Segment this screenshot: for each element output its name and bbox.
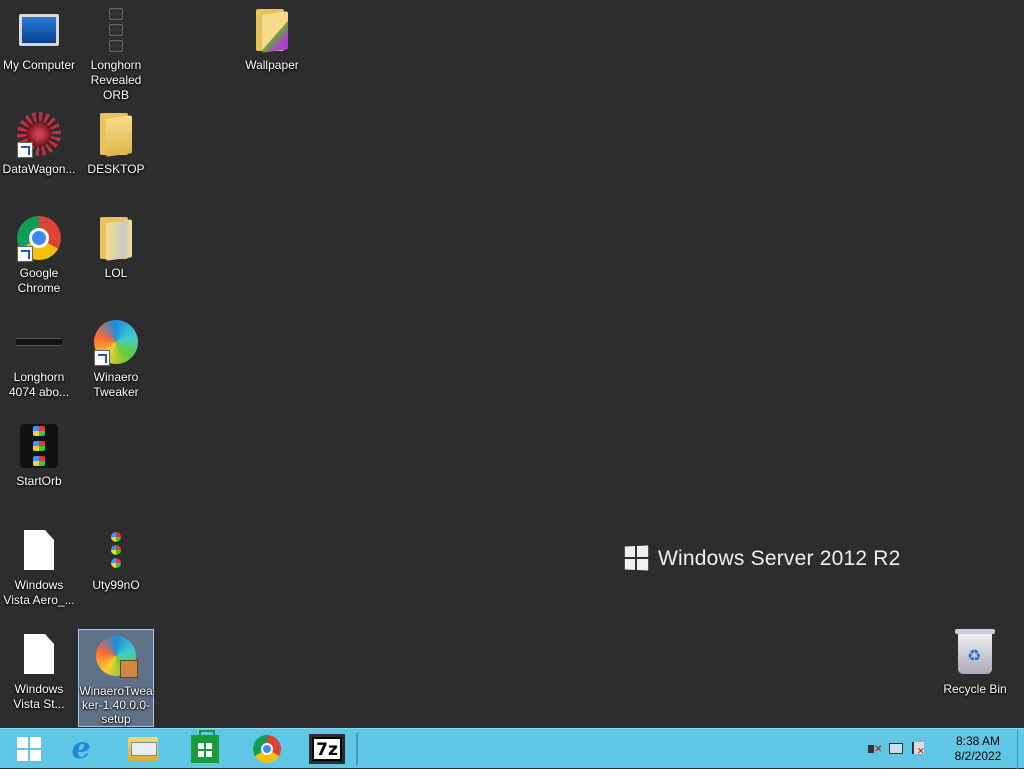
desktop-icon-winaero-tweaker[interactable]: Winaero Tweaker <box>78 316 154 400</box>
desktop-icon-label: StartOrb <box>16 474 62 488</box>
desktop-icon-desktop-folder[interactable]: DESKTOP <box>78 108 154 177</box>
shortcut-arrow-icon <box>17 142 33 158</box>
desktop-icon-label: Windows Vista St... <box>13 682 65 711</box>
taskbar-store[interactable] <box>176 729 234 769</box>
system-tray: 8:38 AM 8/2/2022 <box>863 729 1024 769</box>
datawagon-icon <box>15 110 63 158</box>
windows-logo-icon <box>624 545 650 572</box>
desktop-icon-label: DESKTOP <box>87 162 145 176</box>
desktop-icon-label: Wallpaper <box>245 58 299 72</box>
document-icon <box>15 630 63 678</box>
orb-icon <box>92 526 140 574</box>
desktop-icon-datawagon[interactable]: DataWagon... <box>1 108 77 177</box>
desktop-icon-label: Winaero Tweaker <box>93 370 139 399</box>
clock-time: 8:38 AM <box>955 734 1001 748</box>
file-explorer-icon <box>128 737 158 761</box>
desktop-icon-windows-vista-aero[interactable]: Windows Vista Aero_... <box>1 524 77 608</box>
taskbar-clock[interactable]: 8:38 AM 8/2/2022 <box>943 734 1013 764</box>
orb-icon <box>92 6 140 54</box>
document-icon <box>15 526 63 574</box>
desktop-icon-label: My Computer <box>2 58 76 72</box>
recycle-bin-icon: ♻ <box>951 629 999 678</box>
computer-icon <box>15 6 63 54</box>
start-icon <box>17 737 41 761</box>
taskbar-internet-explorer[interactable]: e <box>52 729 110 769</box>
winaero-icon <box>92 318 140 366</box>
os-watermark-text: Windows Server 2012 R2 <box>658 547 901 570</box>
taskbar: e 7z 8:38 AM 8/2/2022 <box>0 728 1024 769</box>
installer-icon <box>92 632 140 680</box>
desktop-icon-lol-folder[interactable]: LOL <box>78 212 154 281</box>
shortcut-arrow-icon <box>17 246 33 262</box>
chrome-icon <box>253 735 281 763</box>
internet-explorer-icon: e <box>71 731 91 766</box>
desktop-icon-label: DataWagon... <box>2 162 76 176</box>
desktop-icon-recycle-bin[interactable]: ♻ Recycle Bin <box>937 628 1013 697</box>
desktop-icon-label: Longhorn Revealed ORB <box>90 58 142 102</box>
orb-icon <box>15 422 63 470</box>
desktop-icon-label: LOL <box>104 266 128 280</box>
shortcut-arrow-icon <box>94 350 110 366</box>
desktop-icon-longhorn-4074[interactable]: Longhorn 4074 abo... <box>1 316 77 400</box>
os-watermark: Windows Server 2012 R2 <box>624 545 901 572</box>
image-icon <box>15 318 63 366</box>
folder-icon <box>92 110 140 158</box>
taskbar-7zip[interactable]: 7z <box>298 729 356 769</box>
desktop-icon-winaero-setup[interactable]: WinaeroTweaker-1.40.0.0-setup <box>78 629 154 727</box>
desktop-icon-startorb[interactable]: StartOrb <box>1 420 77 489</box>
taskbar-separator <box>356 733 358 765</box>
taskbar-file-explorer[interactable] <box>114 729 172 769</box>
desktop-icon-label: WinaeroTweaker-1.40.0.0-setup <box>79 684 153 726</box>
7zip-label: 7z <box>312 737 342 761</box>
start-button[interactable] <box>0 729 58 769</box>
desktop-icon-label: Google Chrome <box>17 266 61 295</box>
desktop-icon-label: Uty99nO <box>92 578 140 592</box>
desktop-icon-longhorn-revealed-orb[interactable]: Longhorn Revealed ORB <box>78 4 154 103</box>
desktop-icon-label: Longhorn 4074 abo... <box>8 370 70 399</box>
desktop-icon-wallpaper[interactable]: Wallpaper <box>234 4 310 73</box>
store-icon <box>191 730 219 763</box>
show-desktop-button[interactable] <box>1017 729 1024 769</box>
network-icon[interactable] <box>888 741 904 757</box>
folder-icon <box>92 214 140 262</box>
chrome-icon <box>15 214 63 262</box>
desktop: My Computer Longhorn Revealed ORB Wallpa… <box>0 0 1024 728</box>
taskbar-google-chrome[interactable] <box>238 729 296 769</box>
folder-icon <box>248 6 296 54</box>
volume-muted-icon[interactable] <box>866 741 882 757</box>
desktop-icon-windows-vista-st[interactable]: Windows Vista St... <box>1 628 77 712</box>
action-center-flag-icon[interactable] <box>910 741 926 757</box>
desktop-icon-uty99no[interactable]: Uty99nO <box>78 524 154 593</box>
desktop-icon-google-chrome[interactable]: Google Chrome <box>1 212 77 296</box>
desktop-icon-label: Recycle Bin <box>943 682 1007 696</box>
clock-date: 8/2/2022 <box>954 749 1002 763</box>
desktop-icon-my-computer[interactable]: My Computer <box>1 4 77 73</box>
desktop-icon-label: Windows Vista Aero_... <box>3 578 75 607</box>
7zip-icon: 7z <box>309 734 345 764</box>
